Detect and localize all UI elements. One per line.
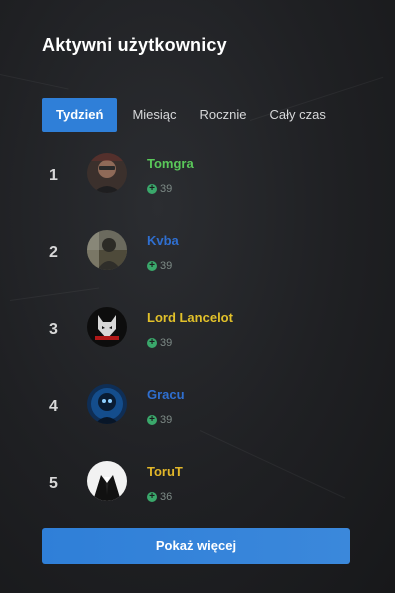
user-name-link[interactable]: Kvba: [147, 233, 179, 248]
plus-circle-icon: +: [147, 184, 157, 194]
avatar[interactable]: [87, 461, 127, 501]
active-users-widget: Aktywni użytkownicy Tydzień Miesiąc Rocz…: [0, 0, 395, 593]
list-item: 2 Kvba + 39: [0, 227, 395, 304]
user-list: 1 Tomgra + 39 2 Kvba + 39 3 Lord Lancelo…: [0, 150, 395, 535]
plus-circle-icon: +: [147, 415, 157, 425]
avatar[interactable]: [87, 153, 127, 193]
tab-all-time[interactable]: Cały czas: [261, 98, 333, 132]
points-value: 39: [160, 337, 173, 349]
points-count: + 36: [147, 491, 172, 503]
list-item: 4 Gracu + 39: [0, 381, 395, 458]
rank-number: 5: [49, 475, 58, 492]
plus-circle-icon: +: [147, 338, 157, 348]
user-name-link[interactable]: Lord Lancelot: [147, 310, 233, 325]
points-value: 39: [160, 260, 173, 272]
list-item: 5 ToruT + 36: [0, 458, 395, 535]
rank-number: 3: [49, 321, 58, 338]
points-count: + 39: [147, 183, 172, 195]
user-name-link[interactable]: Gracu: [147, 387, 185, 402]
user-name-link[interactable]: ToruT: [147, 464, 183, 479]
rank-number: 2: [49, 244, 58, 261]
avatar[interactable]: [87, 384, 127, 424]
show-more-button[interactable]: Pokaż więcej: [42, 528, 350, 564]
points-count: + 39: [147, 260, 172, 272]
points-value: 39: [160, 183, 173, 195]
period-tabs: Tydzień Miesiąc Rocznie Cały czas: [42, 98, 341, 132]
list-item: 1 Tomgra + 39: [0, 150, 395, 227]
tab-week[interactable]: Tydzień: [42, 98, 118, 132]
points-count: + 39: [147, 337, 172, 349]
tab-year[interactable]: Rocznie: [192, 98, 255, 132]
points-value: 39: [160, 414, 173, 426]
list-item: 3 Lord Lancelot + 39: [0, 304, 395, 381]
points-value: 36: [160, 491, 173, 503]
points-count: + 39: [147, 414, 172, 426]
avatar[interactable]: [87, 307, 127, 347]
tab-month[interactable]: Miesiąc: [124, 98, 184, 132]
plus-circle-icon: +: [147, 492, 157, 502]
rank-number: 4: [49, 398, 58, 415]
user-name-link[interactable]: Tomgra: [147, 156, 194, 171]
rank-number: 1: [49, 167, 58, 184]
widget-title: Aktywni użytkownicy: [42, 35, 227, 55]
plus-circle-icon: +: [147, 261, 157, 271]
avatar[interactable]: [87, 230, 127, 270]
